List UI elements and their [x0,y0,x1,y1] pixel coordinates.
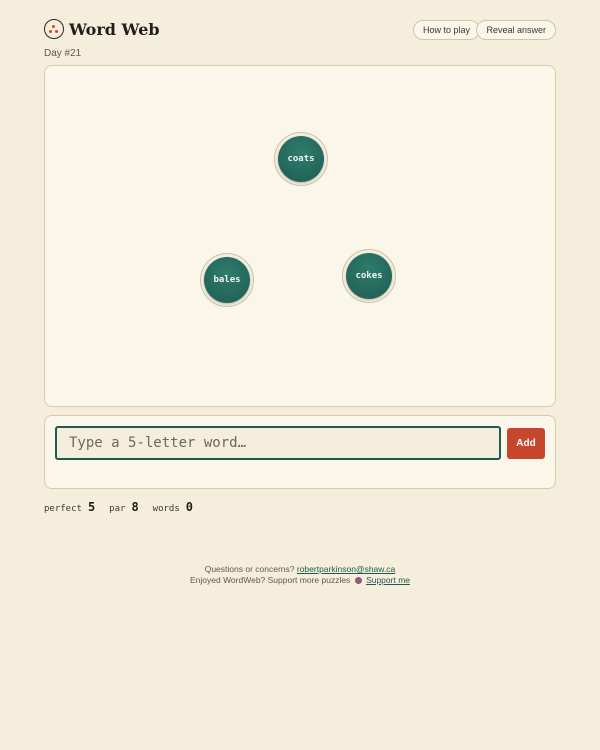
par-label: par [109,504,126,514]
questions-text: Questions or concerns? [204,564,295,574]
words-value: 0 [185,500,193,514]
word-input[interactable] [55,426,501,460]
app-title: Word Web [69,20,160,39]
day-label: Day #21 [44,48,82,59]
how-to-play-button[interactable]: How to play [412,20,480,40]
word-node[interactable]: cokes [342,249,396,303]
stats-bar: perfect 5 par 8 words 0 [44,498,207,514]
perfect-value: 5 [87,500,96,514]
word-node[interactable]: bales [200,253,254,307]
word-web-board: coats bales cokes [44,65,556,407]
footer: Questions or concerns? robertparkinson@s… [0,564,600,586]
heart-icon [354,577,362,585]
word-node-label: bales [213,275,241,285]
reveal-answer-button[interactable]: Reveal answer [476,20,556,40]
par-value: 8 [131,500,139,514]
perfect-label: perfect [44,504,82,514]
words-label: words [152,504,180,514]
header: Word Web How to play Reveal answer [44,18,556,42]
support-me-link[interactable]: Support me [366,575,410,585]
support-text: Enjoyed WordWeb? Support more puzzles [189,575,351,585]
word-node-label: coats [287,154,315,164]
add-button[interactable]: Add [507,428,545,459]
contact-email-link[interactable]: robertparkinson@shaw.ca [297,564,395,574]
word-node[interactable]: coats [274,132,328,186]
word-node-label: cokes [355,271,383,281]
web-logo-icon [44,19,64,39]
word-entry-panel: Add [44,415,556,489]
